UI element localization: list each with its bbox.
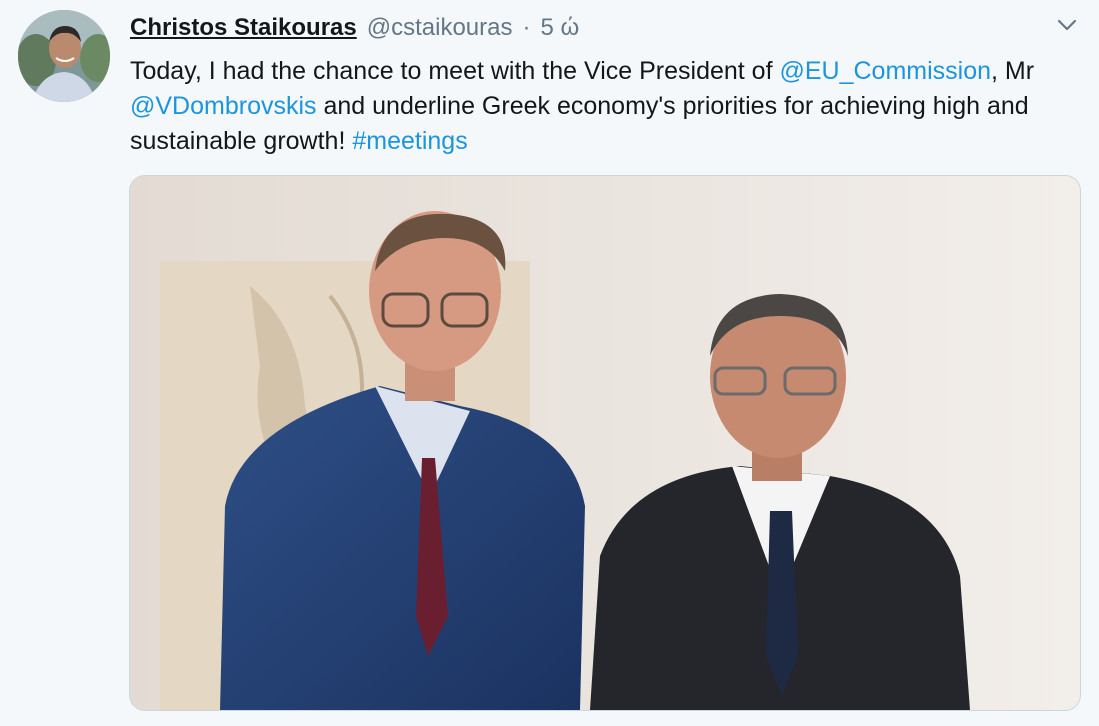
tweet-menu-button[interactable] bbox=[1052, 12, 1082, 38]
avatar[interactable] bbox=[18, 10, 110, 102]
text-segment: , Mr bbox=[991, 57, 1035, 85]
author-handle[interactable]: @cstaikouras bbox=[367, 14, 513, 42]
mention-eu-commission[interactable]: @EU_Commission bbox=[779, 57, 991, 85]
header-separator: · bbox=[522, 14, 531, 41]
tweet-text: Today, I had the chance to meet with the… bbox=[130, 54, 1080, 159]
tweet-card[interactable]: Christos Staikouras @cstaikouras · 5 ώ T… bbox=[0, 0, 1099, 726]
hashtag-meetings[interactable]: #meetings bbox=[352, 127, 467, 155]
photo-image bbox=[130, 176, 1080, 710]
mention-vdombrovskis[interactable]: @VDombrovskis bbox=[130, 92, 317, 120]
author-name[interactable]: Christos Staikouras bbox=[130, 14, 357, 42]
text-segment: Today, I had the chance to meet with the… bbox=[130, 57, 780, 85]
timestamp[interactable]: 5 ώ bbox=[540, 14, 579, 42]
chevron-down-icon bbox=[1057, 19, 1077, 31]
avatar-photo bbox=[18, 10, 110, 102]
tweet-photo[interactable] bbox=[129, 175, 1081, 711]
tweet-header: Christos Staikouras @cstaikouras · 5 ώ bbox=[130, 14, 579, 48]
